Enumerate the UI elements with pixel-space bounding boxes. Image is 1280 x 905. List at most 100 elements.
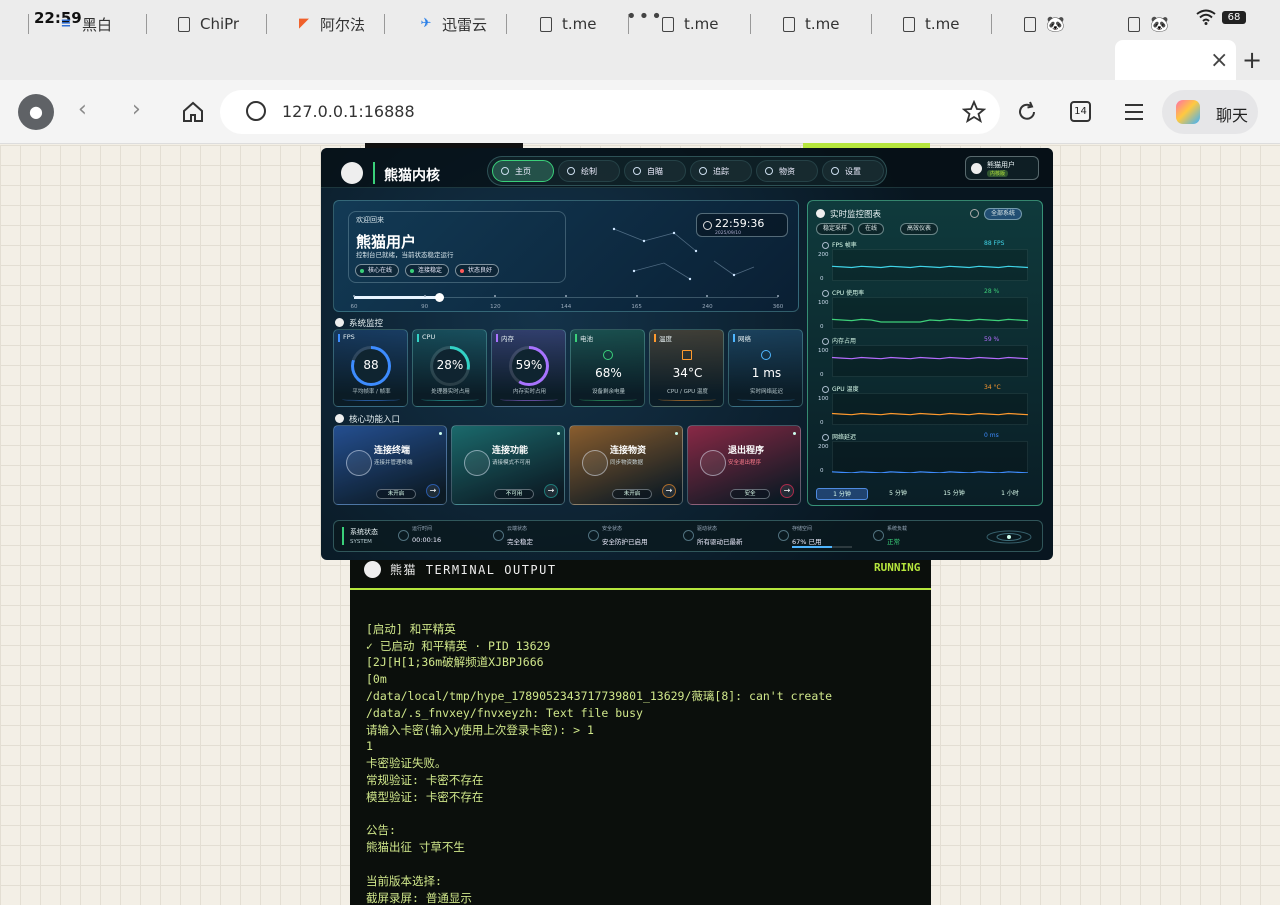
monitor-filter-0[interactable]: 稳定采样 bbox=[816, 223, 855, 235]
welcome-status: 控制台已就绪，当前状态稳定运行 bbox=[356, 251, 454, 259]
new-tab-button[interactable]: + bbox=[1242, 46, 1262, 74]
doc-icon bbox=[783, 16, 795, 32]
user-avatar-icon bbox=[971, 163, 982, 174]
feature-go-button-3[interactable]: → bbox=[780, 484, 794, 498]
home-icon[interactable] bbox=[182, 101, 204, 123]
slider-tick-4: 165 bbox=[631, 304, 642, 310]
terminal-line-0 bbox=[366, 604, 832, 621]
tab-7[interactable]: t.me bbox=[903, 4, 981, 44]
tab-count-button[interactable]: 14 bbox=[1070, 101, 1091, 122]
tab-5[interactable]: t.me bbox=[662, 4, 740, 44]
url-text[interactable]: 127.0.0.1:16888 bbox=[282, 102, 415, 121]
site-info-icon[interactable] bbox=[246, 101, 266, 121]
feature-icon-2 bbox=[582, 450, 608, 476]
tab-3[interactable]: ✈ 迅雷云 bbox=[418, 4, 496, 44]
back-icon[interactable]: ‹ bbox=[78, 97, 87, 122]
feature-card-3[interactable]: 退出程序 安全退出程序 安全 → bbox=[687, 425, 801, 505]
forward-icon[interactable]: › bbox=[132, 97, 141, 122]
monitor-chart-1: CPU 使用率 28 % 100 0 bbox=[818, 287, 1034, 331]
stat-card-5[interactable]: 网络 1 ms 实时网络延迟 bbox=[728, 329, 803, 407]
nav-label-2: 自瞄 bbox=[647, 167, 663, 176]
more-dots-icon[interactable]: ••• bbox=[626, 6, 664, 27]
fps-slider-thumb[interactable] bbox=[434, 293, 444, 302]
stat-card-3[interactable]: 电池 68% 设备剩余电量 bbox=[570, 329, 645, 407]
reload-icon[interactable] bbox=[1016, 101, 1038, 123]
feature-desc-1: 请接模式不可用 bbox=[492, 460, 531, 466]
terminal-header: 熊猫 TERMINAL OUTPUT RUNNING bbox=[350, 555, 931, 590]
stat-caption-0: 平均帧率 / 帧率 bbox=[352, 389, 391, 395]
feature-state-label-1: 不可用 bbox=[505, 491, 523, 497]
user-chip[interactable]: 熊猫用户 内核版 bbox=[965, 156, 1039, 180]
stat-card-4[interactable]: 温度 34°C CPU / GPU 温度 bbox=[649, 329, 724, 407]
monitor-all-button[interactable]: 全部系统 bbox=[984, 208, 1023, 220]
feature-go-button-0[interactable]: → bbox=[426, 484, 440, 498]
nav-tab-4[interactable]: 物资 bbox=[756, 160, 818, 182]
tab-label-4: t.me bbox=[562, 15, 597, 33]
range-option-1[interactable]: 5 分钟 bbox=[872, 488, 924, 500]
storage-bar-fill bbox=[792, 546, 833, 548]
chart-value-2: 59 % bbox=[984, 336, 1000, 343]
monitor-filter-1[interactable]: 在线 bbox=[858, 223, 885, 235]
stat-card-0[interactable]: FPS 88 平均帧率 / 帧率 bbox=[333, 329, 408, 407]
menu-icon[interactable] bbox=[1124, 103, 1144, 121]
feature-state-label-2: 未开启 bbox=[623, 491, 641, 497]
chart-value-1: 28 % bbox=[984, 288, 1000, 295]
monitor-settings-icon[interactable] bbox=[970, 209, 979, 218]
range-option-3[interactable]: 1 小时 bbox=[984, 488, 1036, 500]
footer-icon-1 bbox=[493, 530, 504, 541]
stat-wave-decoration bbox=[342, 398, 400, 401]
stat-value-1: 28% bbox=[436, 358, 464, 372]
chart-ymin-1: 0 bbox=[820, 324, 824, 330]
feature-card-1[interactable]: 连接功能 请接模式不可用 不可用 → bbox=[451, 425, 565, 505]
bookmark-star-icon[interactable] bbox=[962, 100, 986, 124]
tab-1[interactable]: ChiPr bbox=[178, 4, 256, 44]
footer-sub: SYSTEM bbox=[350, 539, 372, 545]
stat-card-1[interactable]: CPU 28% 处理器实时占用 bbox=[412, 329, 487, 407]
monitor-filter-2[interactable]: 高效仪表 bbox=[900, 223, 939, 235]
tab-8[interactable]: 🐼 bbox=[1024, 4, 1102, 44]
profile-avatar-icon[interactable]: ● bbox=[18, 94, 54, 130]
tab-9[interactable]: 🐼 bbox=[1128, 4, 1200, 44]
footer-label-4: 存储空间 bbox=[792, 526, 813, 532]
range-option-2[interactable]: 15 分钟 bbox=[928, 488, 980, 500]
nav-tab-0[interactable]: 主页 bbox=[492, 160, 554, 182]
feature-go-button-2[interactable]: → bbox=[662, 484, 676, 498]
chat-label[interactable]: 聊天 bbox=[1216, 102, 1248, 126]
terminal-line-3: [2J[H[1;36m破解频道XJBPJ666 bbox=[366, 655, 544, 670]
nav-tab-3[interactable]: 追踪 bbox=[690, 160, 752, 182]
tab-separator bbox=[506, 14, 507, 34]
range-option-0[interactable]: 1 分钟 bbox=[816, 488, 868, 500]
slider-tick-1: 90 bbox=[421, 304, 429, 310]
copilot-icon bbox=[1176, 100, 1200, 124]
footer-value-3: 所有驱动已最新 bbox=[697, 538, 743, 546]
close-tab-icon[interactable]: × bbox=[1210, 48, 1228, 73]
feature-title-3: 退出程序 bbox=[728, 446, 765, 456]
tab-6[interactable]: t.me bbox=[783, 4, 861, 44]
nav-tab-1[interactable]: 绘制 bbox=[558, 160, 620, 182]
nav-tab-5[interactable]: 设置 bbox=[822, 160, 884, 182]
brush-icon bbox=[567, 167, 575, 175]
tab-0[interactable]: ≡ 黑白 bbox=[58, 4, 136, 44]
terminal-line-14: 熊猫出征 寸草不生 bbox=[366, 840, 465, 855]
terminal-output-panel: 熊猫 TERMINAL OUTPUT RUNNING [启动] 和平精英 ✓ 已启… bbox=[350, 555, 931, 905]
feature-card-0[interactable]: 连接终端 连接并管理终端 未开启 → bbox=[333, 425, 447, 505]
stat-card-2[interactable]: 内存 59% 内存实时占用 bbox=[491, 329, 566, 407]
tab-2[interactable]: ◤ 阿尔法 bbox=[296, 4, 374, 44]
stat-value-2: 59% bbox=[515, 358, 543, 372]
monitor-chart-3: GPU 温度 34 °C 100 0 bbox=[818, 383, 1034, 427]
footer-icon-5 bbox=[873, 530, 884, 541]
status-tag-1: 连接稳定 bbox=[405, 264, 450, 277]
slider-tick-0: 60 bbox=[350, 304, 358, 310]
feature-card-2[interactable]: 连接物资 同步物资数据 未开启 → bbox=[569, 425, 683, 505]
network-icon bbox=[761, 350, 771, 360]
status-tag-2: 状态良好 bbox=[455, 264, 500, 277]
footer-icon-2 bbox=[588, 530, 599, 541]
feature-dot-icon bbox=[557, 432, 560, 435]
tab-separator bbox=[28, 14, 29, 34]
slider-tick-2: 120 bbox=[490, 304, 501, 310]
nav-tab-2[interactable]: 自瞄 bbox=[624, 160, 686, 182]
tab-4[interactable]: t.me bbox=[540, 4, 618, 44]
feature-go-button-1[interactable]: → bbox=[544, 484, 558, 498]
welcome-greeting: 欢迎回来 bbox=[356, 216, 384, 224]
chart-ymin-3: 0 bbox=[820, 420, 824, 426]
